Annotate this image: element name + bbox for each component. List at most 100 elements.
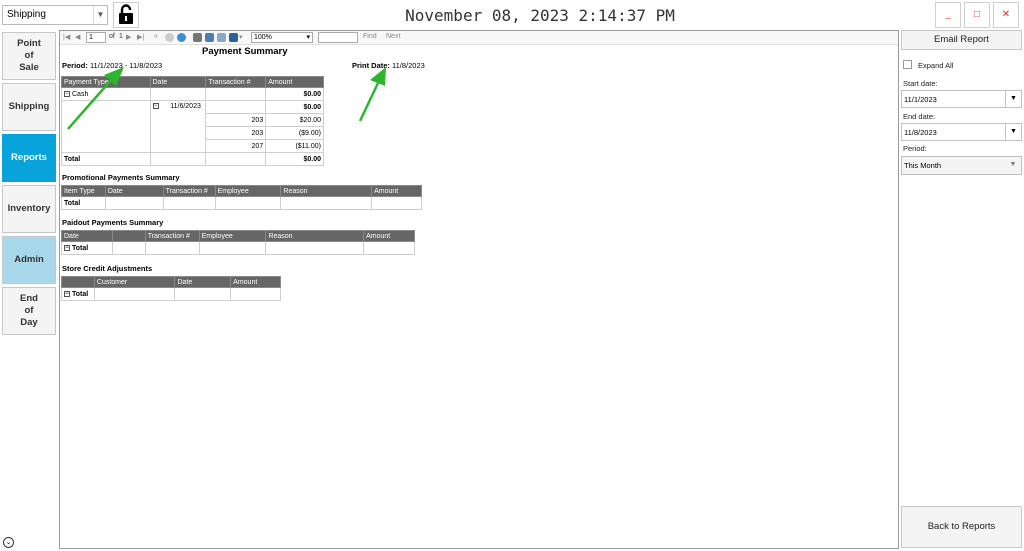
clock: November 08, 2023 2:14:37 PM — [405, 6, 675, 25]
export-icon[interactable] — [229, 33, 238, 42]
empty-cell — [205, 100, 267, 114]
collapse-toggle-icon[interactable]: − — [64, 290, 70, 297]
amount-cell: $20.00 — [265, 113, 324, 127]
column-header: Amount — [265, 76, 324, 88]
page-setup-icon[interactable] — [217, 33, 226, 42]
table-row: − Cash $0.00 — [61, 87, 324, 101]
column-header: Amount — [230, 276, 281, 288]
zoom-select[interactable]: 100% ▾ — [251, 32, 313, 43]
end-date-label: End date: — [903, 112, 936, 121]
nav-inventory[interactable]: Inventory — [2, 185, 56, 233]
date-amount: $0.00 — [265, 100, 324, 114]
chevron-down-circle-icon[interactable]: ⌄ — [3, 537, 14, 548]
store-select[interactable]: Shipping ▼ — [2, 5, 108, 25]
nav-label: Day — [20, 317, 38, 328]
column-header: Payment Type — [61, 76, 151, 88]
next-page-icon[interactable]: ▶ — [126, 33, 131, 41]
transaction-cell: 207 — [205, 139, 267, 153]
print-date-value: 11/8/2023 — [392, 61, 425, 70]
nav-admin[interactable]: Admin — [2, 236, 56, 284]
period-select[interactable]: This Month ▼ — [901, 156, 1022, 175]
nav-label: Inventory — [7, 203, 51, 214]
export-dropdown-icon[interactable]: ▾ — [239, 33, 243, 41]
end-date-value: 11/8/2023 — [904, 128, 937, 137]
page-total-label: 1 — [119, 33, 123, 40]
empty-cell — [205, 87, 267, 101]
maximize-button[interactable]: □ — [964, 2, 990, 28]
total-label: Total — [72, 244, 89, 252]
nav-label: Sale — [19, 62, 39, 73]
date-cell[interactable]: − 11/6/2023 — [149, 100, 207, 153]
collapse-toggle-icon[interactable]: − — [64, 244, 70, 251]
total-cell[interactable]: − Total — [61, 241, 113, 255]
column-header — [61, 276, 95, 288]
last-page-icon[interactable]: ▶| — [137, 33, 144, 41]
cash-cell[interactable]: − Cash — [61, 87, 151, 101]
expand-all-label: Expand All — [918, 61, 954, 70]
payment-table: Payment Type Date Transaction # Amount −… — [61, 76, 324, 166]
end-date-input[interactable]: 11/8/2023 ▼ — [901, 123, 1022, 141]
column-header: Amount — [363, 230, 415, 242]
find-button[interactable]: Find — [363, 33, 377, 40]
promo-table: Item Type Date Transaction # Employee Re… — [61, 185, 422, 210]
total-label: Total — [61, 152, 151, 166]
chevron-down-icon[interactable]: ▼ — [1005, 91, 1021, 107]
minimize-button[interactable]: _ — [935, 2, 961, 28]
column-header: Reason — [280, 185, 373, 197]
period-select-label: Period: — [903, 144, 927, 153]
empty-cell — [93, 287, 176, 301]
date-value: 11/6/2023 — [170, 103, 201, 110]
first-page-icon[interactable]: |◀ — [63, 33, 70, 41]
transaction-cell: 203 — [205, 126, 267, 140]
stop-icon[interactable] — [165, 33, 174, 42]
column-header — [111, 230, 146, 242]
column-header: Item Type — [61, 185, 106, 197]
column-header: Employee — [198, 230, 267, 242]
empty-cell — [265, 241, 365, 255]
period-label: Period: — [62, 61, 88, 70]
table-header-row: Customer Date Amount — [61, 276, 281, 288]
store-select-value: Shipping — [7, 9, 46, 20]
table-total-row: Total $0.00 — [61, 152, 324, 166]
start-date-label: Start date: — [903, 79, 938, 88]
column-header: Date — [61, 230, 113, 242]
chevron-down-icon[interactable]: ▼ — [93, 6, 107, 24]
empty-cell — [162, 196, 216, 210]
prev-page-icon[interactable]: ◀ — [75, 33, 80, 41]
nav-point-of-sale[interactable]: Point of Sale — [2, 32, 56, 80]
next-button[interactable]: Next — [386, 33, 400, 40]
back-icon[interactable]: « — [154, 33, 158, 40]
collapse-toggle-icon[interactable]: − — [152, 103, 159, 110]
cash-amount: $0.00 — [265, 87, 324, 101]
empty-cell — [149, 152, 207, 166]
lock-button[interactable] — [113, 2, 139, 28]
paidout-table: Date Transaction # Employee Reason Amoun… — [61, 230, 415, 255]
total-label: Total — [72, 290, 89, 298]
email-report-button[interactable]: Email Report — [901, 30, 1022, 50]
back-to-reports-button[interactable]: Back to Reports — [901, 506, 1022, 548]
total-cell[interactable]: − Total — [61, 287, 95, 301]
print-date-line: Print Date: 11/8/2023 — [352, 61, 425, 70]
column-header: Date — [149, 76, 207, 88]
column-header: Transaction # — [144, 230, 200, 242]
total-label: Total — [61, 196, 106, 210]
page-number-input[interactable]: 1 — [86, 32, 106, 43]
period-select-value: This Month — [904, 161, 942, 170]
find-input[interactable] — [318, 32, 358, 43]
print-icon[interactable] — [193, 33, 202, 42]
nav-reports[interactable]: Reports — [2, 134, 56, 182]
empty-cell — [371, 196, 422, 210]
collapse-toggle-icon[interactable]: − — [64, 90, 70, 97]
refresh-icon[interactable] — [177, 33, 186, 42]
nav-end-of-day[interactable]: End of Day — [2, 287, 56, 335]
empty-cell — [363, 241, 415, 255]
chevron-down-icon[interactable]: ▼ — [1005, 124, 1021, 140]
page-of-label: of — [109, 33, 115, 40]
nav-shipping[interactable]: Shipping — [2, 83, 56, 131]
close-button[interactable]: ✕ — [993, 2, 1019, 28]
table-header-row: Date Transaction # Employee Reason Amoun… — [61, 230, 415, 242]
expand-all-checkbox[interactable] — [903, 60, 912, 69]
print-layout-icon[interactable] — [205, 33, 214, 42]
start-date-input[interactable]: 11/1/2023 ▼ — [901, 90, 1022, 108]
empty-cell — [61, 100, 151, 153]
